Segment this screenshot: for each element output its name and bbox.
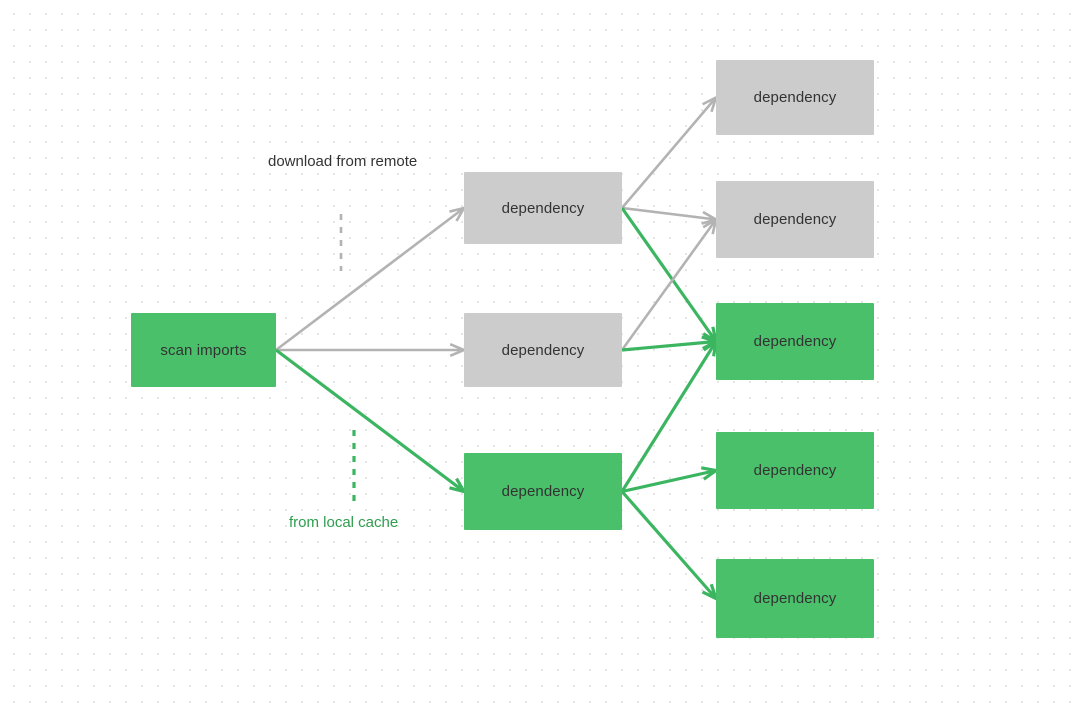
edge-d_mid-to-r2 (620, 216, 718, 351)
arrowhead-icon (449, 342, 468, 358)
arrowhead-icon (701, 335, 721, 350)
node-label: dependency (753, 333, 837, 350)
edge-d_bot-to-r3 (620, 338, 719, 493)
node-d_mid[interactable]: dependency (464, 313, 622, 387)
arrowhead-icon (702, 94, 719, 113)
node-label: scan imports (160, 341, 247, 359)
node-r4[interactable]: dependency (716, 432, 874, 509)
node-d_bot[interactable]: dependency (464, 453, 622, 530)
node-label: dependency (753, 211, 837, 228)
arrowhead-icon (701, 583, 719, 602)
edge-scan-to-d_bot (275, 348, 468, 494)
node-r5[interactable]: dependency (716, 559, 874, 638)
edge-d_bot-to-r4 (621, 466, 721, 494)
legend-label-remote: download from remote (268, 153, 418, 170)
edge-d_bot-to-r5 (620, 490, 719, 602)
arrowhead-icon (702, 216, 718, 235)
arrowhead-icon (701, 210, 720, 225)
arrowhead-icon (700, 466, 721, 481)
arrowhead-icon (449, 205, 467, 222)
legend-label-cache: from local cache (289, 514, 399, 531)
node-label: dependency (501, 483, 585, 500)
node-r3[interactable]: dependency (716, 303, 874, 380)
edge-d_top-to-r1 (621, 94, 719, 209)
node-label: dependency (753, 462, 837, 479)
edge-scan-to-d_mid (276, 342, 468, 358)
node-r2[interactable]: dependency (716, 181, 874, 258)
arrowhead-icon (702, 326, 719, 345)
node-label: dependency (753, 590, 837, 607)
edge-d_mid-to-r3 (621, 335, 721, 352)
edge-d_top-to-r3 (620, 207, 719, 345)
diagram-canvas: scan imports dependency dependency dependen… (0, 0, 1080, 705)
node-label: dependency (501, 199, 585, 217)
arrowhead-icon (449, 477, 468, 494)
node-d_top[interactable]: dependency (464, 172, 622, 244)
node-r1[interactable]: dependency (716, 60, 874, 135)
node-label: dependency (753, 89, 837, 106)
arrowhead-icon (702, 338, 719, 357)
edge-d_top-to-r2 (621, 206, 720, 225)
node-scan[interactable]: scan imports (131, 313, 276, 387)
edge-scan-to-d_top (275, 205, 467, 352)
node-label: dependency (501, 341, 585, 359)
